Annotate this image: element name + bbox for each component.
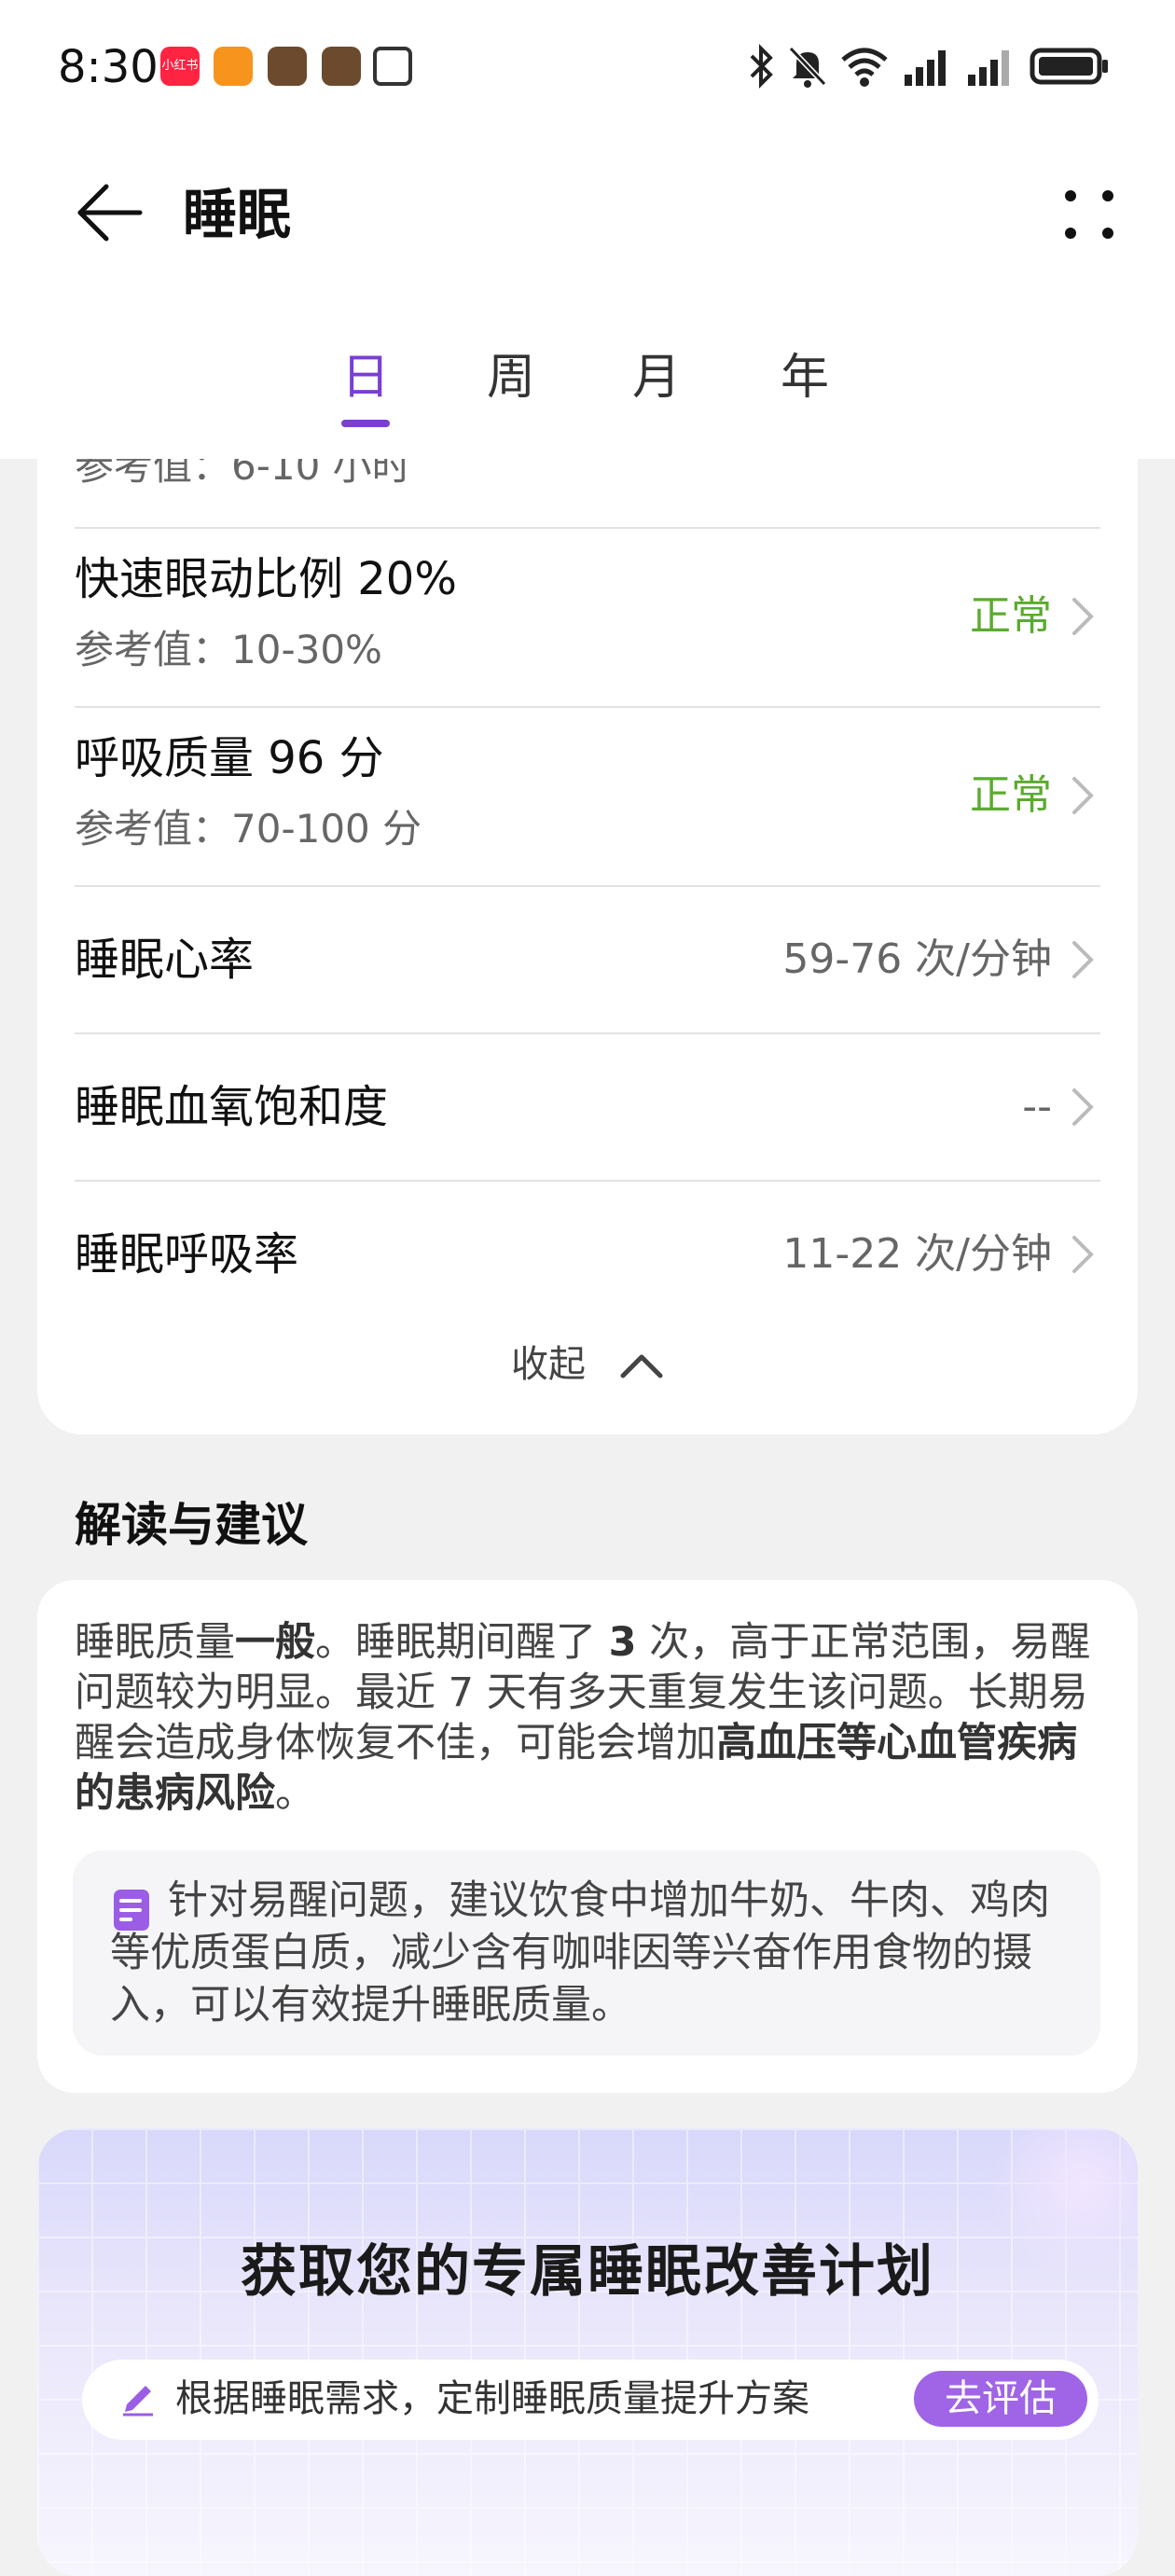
chevron-right-icon bbox=[1072, 598, 1094, 635]
chevron-up-icon bbox=[620, 1354, 663, 1378]
metric-row-rem[interactable]: 快速眼动比例 20% 参考值：10-30% 正常 bbox=[37, 529, 1138, 706]
battery-icon bbox=[1030, 48, 1108, 85]
page-title: 睡眠 bbox=[183, 183, 292, 246]
more-dots-icon[interactable] bbox=[1052, 177, 1127, 252]
chevron-right-icon bbox=[1072, 941, 1094, 978]
status-bar: 8:30 小红书 bbox=[0, 0, 1175, 131]
metrics-card: 参考值：6-10 小时 快速眼动比例 20% 参考值：10-30% 正常 呼吸质… bbox=[37, 410, 1138, 1434]
status-normal: 正常 bbox=[970, 592, 1052, 640]
metric-row-spo2[interactable]: 睡眠血氧饱和度 -- bbox=[37, 1034, 1138, 1180]
interpretation-text: 睡眠质量一般。睡眠期间醒了 3 次，高于正常范围，易醒问题较为明显。最近 7 天… bbox=[75, 1619, 1091, 1817]
pencil-icon bbox=[123, 2386, 153, 2417]
advice-text: 针对易醒问题，建议饮食中增加牛奶、牛肉、鸡肉等优质蛋白质，减少含有咖啡因等兴奋作… bbox=[110, 1877, 1050, 2029]
back-arrow-icon[interactable] bbox=[75, 175, 149, 250]
chevron-right-icon bbox=[1072, 1236, 1094, 1273]
game-icon bbox=[268, 47, 307, 86]
evaluate-button[interactable]: 去评估 bbox=[914, 2371, 1087, 2427]
metric-value: 11-22 次/分钟 bbox=[782, 1230, 1052, 1278]
metric-title: 睡眠血氧饱和度 bbox=[75, 1081, 389, 1133]
tab-day[interactable]: 日 bbox=[314, 336, 417, 420]
signal-icon bbox=[905, 50, 946, 86]
xiaohongshu-icon: 小红书 bbox=[160, 47, 200, 86]
metric-reference: 参考值：10-30% bbox=[75, 627, 382, 672]
game-icon bbox=[322, 47, 361, 86]
grid-background bbox=[37, 2128, 1138, 2576]
collapse-label: 收起 bbox=[511, 1343, 586, 1386]
metric-reference: 参考值：70-100 分 bbox=[75, 806, 422, 852]
app-header: 8:30 小红书 睡眠 日 周 月 年 bbox=[0, 0, 1175, 459]
active-tab-indicator bbox=[341, 420, 390, 427]
metric-row-respiration-rate[interactable]: 睡眠呼吸率 11-22 次/分钟 bbox=[37, 1182, 1138, 1327]
metric-value: -- bbox=[1022, 1083, 1052, 1130]
metric-row-breathing-quality[interactable]: 呼吸质量 96 分 参考值：70-100 分 正常 bbox=[37, 708, 1138, 885]
plan-subtitle: 根据睡眠需求，定制睡眠质量提升方案 bbox=[175, 2377, 809, 2420]
title-bar: 睡眠 bbox=[0, 159, 1175, 261]
orange-app-icon bbox=[214, 47, 253, 86]
plan-bar[interactable]: 根据睡眠需求，定制睡眠质量提升方案 去评估 bbox=[82, 2360, 1099, 2440]
advice-box: 针对易醒问题，建议饮食中增加牛奶、牛肉、鸡肉等优质蛋白质，减少含有咖啡因等兴奋作… bbox=[73, 1850, 1100, 2056]
wifi-icon bbox=[841, 48, 888, 87]
tab-month[interactable]: 月 bbox=[605, 336, 708, 420]
metric-title: 呼吸质量 96 分 bbox=[75, 732, 384, 784]
chevron-right-icon bbox=[1072, 1088, 1094, 1126]
status-time: 8:30 bbox=[58, 41, 159, 93]
metric-title: 快速眼动比例 20% bbox=[75, 553, 457, 605]
signal-icon bbox=[968, 50, 1009, 86]
period-tabs: 日 周 月 年 bbox=[0, 336, 1175, 438]
tab-week[interactable]: 周 bbox=[460, 336, 562, 420]
metric-title: 睡眠心率 bbox=[75, 934, 255, 986]
system-icons bbox=[746, 43, 1119, 90]
nfc-icon bbox=[373, 47, 412, 86]
status-normal: 正常 bbox=[970, 771, 1052, 819]
plan-banner[interactable]: 获取您的专属睡眠改善计划 根据睡眠需求，定制睡眠质量提升方案 去评估 bbox=[37, 2128, 1138, 2576]
metric-row-heart-rate[interactable]: 睡眠心率 59-76 次/分钟 bbox=[37, 887, 1138, 1032]
metric-title: 睡眠呼吸率 bbox=[75, 1228, 299, 1281]
interpretation-card: 睡眠质量一般。睡眠期间醒了 3 次，高于正常范围，易醒问题较为明显。最近 7 天… bbox=[37, 1580, 1138, 2093]
section-title: 解读与建议 bbox=[75, 1498, 308, 1552]
tab-year[interactable]: 年 bbox=[753, 336, 856, 420]
collapse-button[interactable]: 收起 bbox=[37, 1329, 1138, 1404]
mute-icon bbox=[788, 46, 827, 88]
chevron-right-icon bbox=[1072, 777, 1094, 814]
bluetooth-icon bbox=[750, 44, 773, 89]
metric-value: 59-76 次/分钟 bbox=[782, 935, 1052, 983]
plan-title: 获取您的专属睡眠改善计划 bbox=[241, 2239, 934, 2305]
